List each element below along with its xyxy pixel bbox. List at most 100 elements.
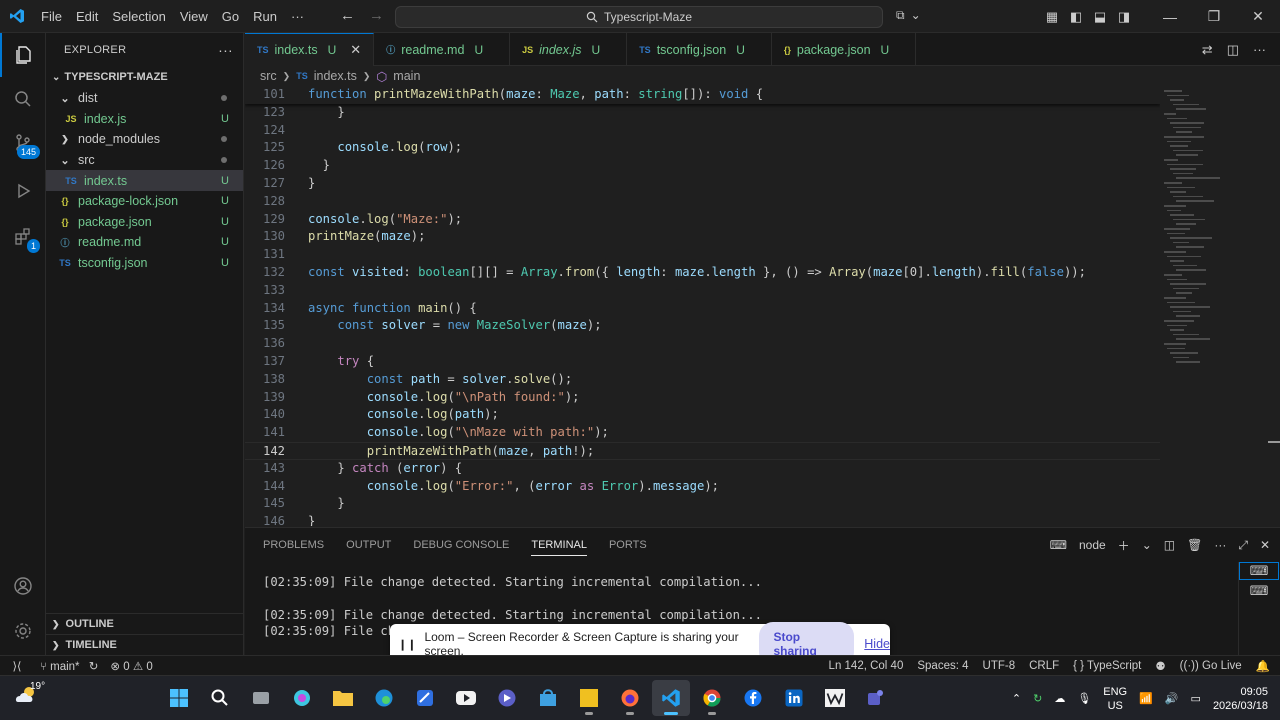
volume-icon[interactable]: 🔊 (1165, 692, 1179, 705)
panel-tab[interactable]: OUTPUT (346, 539, 391, 551)
code-line[interactable]: 134 async function main() { (245, 300, 1160, 318)
editor-tab[interactable]: {} package.json U (772, 33, 917, 66)
chrome-icon[interactable] (693, 680, 731, 716)
tree-folder[interactable]: ⌄ dist (46, 88, 243, 109)
code-editor[interactable]: 101 function printMazeWithPath(maze: Maze… (245, 86, 1160, 526)
code-line[interactable]: 123 } (245, 104, 1160, 122)
code-line[interactable]: 133 (245, 282, 1160, 300)
more-actions-icon[interactable]: ··· (218, 42, 233, 58)
code-line[interactable]: 124 (245, 122, 1160, 140)
facebook-icon[interactable] (734, 680, 772, 716)
menu-item[interactable]: ··· (284, 9, 311, 24)
code-line[interactable]: 129 console.log("Maze:"); (245, 211, 1160, 229)
accounts-icon[interactable] (0, 564, 46, 608)
menu-item[interactable]: View (173, 9, 215, 24)
remote-icon[interactable]: ⟩⟨ (0, 656, 34, 676)
code-line[interactable]: 137 try { (245, 353, 1160, 371)
back-arrow-icon[interactable]: ← (340, 7, 355, 24)
split-terminal-icon[interactable]: ◫ (1164, 538, 1175, 552)
toggle-primary-sidebar-icon[interactable]: ◧ (1064, 0, 1088, 33)
search-icon[interactable] (201, 680, 239, 716)
terminal-name[interactable]: node (1079, 538, 1106, 552)
code-line[interactable]: 125 console.log(row); (245, 139, 1160, 157)
panel-tab[interactable]: DEBUG CONSOLE (413, 539, 509, 551)
pause-icon[interactable]: ❙❙ (398, 638, 416, 651)
language-indicator[interactable]: ENG US (1103, 685, 1127, 713)
encoding[interactable]: UTF-8 (983, 660, 1016, 672)
windows-start-icon[interactable] (160, 680, 198, 716)
code-line[interactable]: 128 (245, 193, 1160, 211)
menu-item[interactable]: Edit (69, 9, 105, 24)
wikipedia-icon[interactable] (816, 680, 854, 716)
tree-file[interactable]: JS index.js U (46, 109, 243, 130)
command-center-search[interactable]: Typescript-Maze (395, 6, 883, 28)
wifi-icon[interactable]: 📶 (1139, 692, 1153, 705)
tree-folder[interactable]: ⌄ src (46, 150, 243, 171)
close-tab-icon[interactable]: ✕ (350, 42, 361, 58)
teams-icon[interactable] (857, 680, 895, 716)
code-line[interactable]: 139 console.log("\nPath found:"); (245, 389, 1160, 407)
code-line[interactable]: 144 console.log("Error:", (error as Erro… (245, 478, 1160, 496)
toggle-secondary-sidebar-icon[interactable]: ◨ (1112, 0, 1136, 33)
clock[interactable]: 09:05 2026/03/18 (1213, 685, 1268, 713)
task-view-icon[interactable] (242, 680, 280, 716)
timeline-section[interactable]: ❯ TIMELINE (46, 634, 244, 655)
code-line[interactable]: 145 } (245, 495, 1160, 513)
linkedin-icon[interactable] (775, 680, 813, 716)
tree-folder[interactable]: ❯ node_modules (46, 129, 243, 150)
hide-link[interactable]: Hide (864, 637, 890, 651)
minimap[interactable] (1160, 86, 1268, 386)
edge-browser-icon[interactable] (365, 680, 403, 716)
battery-icon[interactable]: ▭ (1191, 692, 1201, 705)
forward-arrow-icon[interactable]: → (369, 7, 384, 24)
editor-tab[interactable]: TS tsconfig.json U (627, 33, 772, 66)
restore-icon[interactable]: ❐ (1192, 0, 1236, 33)
new-terminal-icon[interactable]: ＋ (1118, 537, 1130, 554)
trash-icon[interactable]: 🗑 (1187, 538, 1202, 552)
code-line[interactable]: 138 const path = solver.solve(); (245, 371, 1160, 389)
go-live-button[interactable]: ((·)) Go Live (1180, 660, 1242, 672)
code-line[interactable]: 132 const visited: boolean[][] = Array.fr… (245, 264, 1160, 282)
tree-file[interactable]: TS index.ts U (46, 170, 243, 191)
code-line[interactable]: 141 console.log("\nMaze with path:"); (245, 424, 1160, 442)
vscode-taskbar-icon[interactable] (652, 680, 690, 716)
more-actions-icon[interactable]: ··· (1253, 42, 1266, 57)
menu-item[interactable]: Run (246, 9, 284, 24)
stream-app-icon[interactable] (488, 680, 526, 716)
breadcrumb-file[interactable]: index.ts (314, 69, 357, 83)
tree-file[interactable]: ⓘ readme.md U (46, 232, 243, 253)
search-icon[interactable] (0, 77, 46, 121)
code-line[interactable]: 131 (245, 246, 1160, 264)
code-line[interactable]: 135 const solver = new MazeSolver(maze); (245, 317, 1160, 335)
code-line[interactable]: 136 (245, 335, 1160, 353)
firefox-icon[interactable] (611, 680, 649, 716)
editor-tab[interactable]: JS index.js U (510, 33, 628, 66)
code-line[interactable]: 130 printMaze(maze); (245, 228, 1160, 246)
close-window-icon[interactable]: ✕ (1236, 0, 1280, 33)
problems-status[interactable]: ⊗ 0 ⚠ 0 (104, 659, 158, 673)
split-editor-icon[interactable]: ◫ (1227, 42, 1239, 58)
app-tray-icon[interactable]: ↻ (1033, 692, 1042, 705)
line-ending[interactable]: CRLF (1029, 660, 1059, 672)
minimize-icon[interactable]: — (1148, 0, 1192, 33)
more-actions-icon[interactable]: ··· (1214, 538, 1226, 552)
panel-tab[interactable]: PORTS (609, 539, 647, 551)
chevron-down-icon[interactable]: ⌄ (1142, 538, 1152, 552)
code-line[interactable]: 140 console.log(path); (245, 406, 1160, 424)
tree-file[interactable]: {} package.json U (46, 212, 243, 233)
toggle-panel-icon[interactable]: ⬓ (1088, 0, 1112, 33)
branch-status[interactable]: ⑂ main* ↻ (34, 659, 104, 673)
indentation[interactable]: Spaces: 4 (917, 660, 968, 672)
editor-tab[interactable]: ⓘ readme.md U (374, 33, 511, 66)
notifications-bell-icon[interactable]: 🔔 (1256, 659, 1270, 673)
vpn-app-icon[interactable] (406, 680, 444, 716)
menu-item[interactable]: File (34, 9, 69, 24)
breadcrumb-folder[interactable]: src (260, 69, 277, 83)
menu-item[interactable]: Selection (105, 9, 172, 24)
code-line[interactable]: 127} (245, 175, 1160, 193)
editor-tab[interactable]: TS index.ts U ✕ (245, 33, 375, 66)
language-mode[interactable]: { } TypeScript (1073, 660, 1141, 672)
panel-tab[interactable]: PROBLEMS (263, 539, 324, 551)
file-explorer-icon[interactable] (324, 680, 362, 716)
code-line[interactable]: 101 function printMazeWithPath(maze: Maze… (245, 86, 1160, 104)
